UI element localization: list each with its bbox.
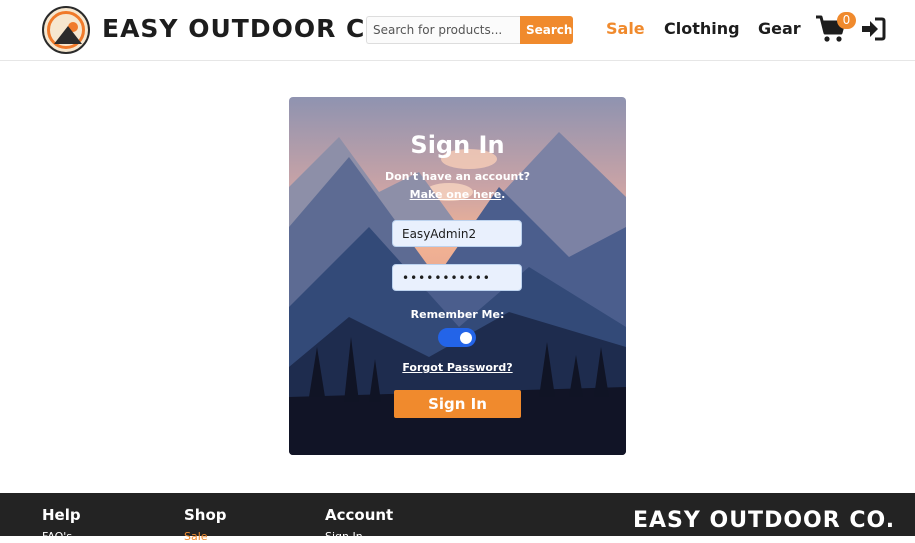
remember-me-label: Remember Me: (410, 308, 505, 321)
brand-name[interactable]: EASY OUTDOOR CO. (102, 14, 398, 43)
logo-mountain (54, 26, 82, 44)
make-account-line: Make one here. (289, 188, 626, 201)
nav-clothing[interactable]: Clothing (664, 19, 740, 38)
username-field[interactable] (392, 220, 522, 247)
password-field[interactable] (392, 264, 522, 291)
remember-me-toggle[interactable] (438, 328, 476, 347)
footer-signin-link[interactable]: Sign In (325, 530, 363, 543)
footer-brand[interactable]: EASY OUTDOOR CO. (633, 508, 895, 533)
no-account-text: Don't have an account? (384, 170, 531, 183)
cart-count-badge: 0 (837, 12, 856, 29)
search-bar: Search (366, 16, 574, 44)
logo-icon[interactable] (42, 6, 90, 54)
site-footer: Help FAQ's Shop Sale Account Sign In EAS… (0, 493, 915, 543)
make-account-link[interactable]: Make one here (410, 188, 502, 201)
signin-title: Sign In (410, 131, 505, 159)
site-header: EASY OUTDOOR CO. Search Sale Clothing Ge… (0, 0, 915, 61)
footer-faq-link[interactable]: FAQ's (42, 530, 72, 543)
signin-card: Sign In Don't have an account? Make one … (289, 97, 626, 455)
nav-gear[interactable]: Gear (758, 19, 801, 38)
footer-sale-link[interactable]: Sale (184, 530, 208, 543)
footer-account-title: Account (325, 506, 394, 524)
footer-shop-title: Shop (184, 506, 227, 524)
forgot-password-link[interactable]: Forgot Password? (402, 361, 512, 374)
footer-help-title: Help (42, 506, 81, 524)
search-button[interactable]: Search (520, 16, 573, 44)
forgot-password-line: Forgot Password? (289, 361, 626, 374)
make-account-suffix: . (501, 188, 506, 201)
nav-sale[interactable]: Sale (606, 19, 645, 38)
toggle-knob (460, 332, 472, 344)
sign-in-icon[interactable] (860, 16, 886, 42)
sign-in-button[interactable]: Sign In (394, 390, 521, 418)
search-input[interactable] (366, 16, 520, 44)
